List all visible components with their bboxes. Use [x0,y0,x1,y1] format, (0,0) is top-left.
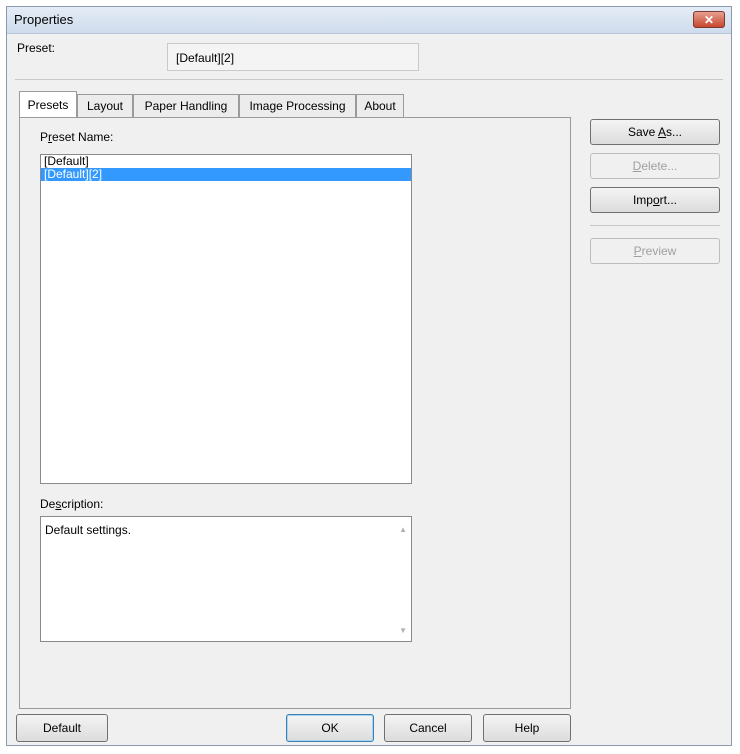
preset-list[interactable]: [Default] [Default][2] [40,154,412,484]
tab-paper-handling[interactable]: Paper Handling [133,94,239,117]
cancel-button[interactable]: Cancel [384,714,472,742]
scroll-down-icon[interactable]: ▼ [399,626,407,635]
preset-name-label: Preset Name: [40,130,114,144]
import-button[interactable]: Import... [590,187,720,213]
help-button[interactable]: Help [483,714,571,742]
side-divider [590,225,720,226]
scroll-up-icon[interactable]: ▲ [399,525,407,534]
window-title: Properties [14,12,74,27]
description-text: Default settings. [45,523,132,537]
tab-layout[interactable]: Layout [77,94,133,117]
default-button[interactable]: Default [16,714,108,742]
header-divider [15,79,723,80]
close-icon: ✕ [703,13,715,27]
save-as-button[interactable]: Save As... [590,119,720,145]
properties-dialog: Properties ✕ Preset: [Default][2] Preset… [6,6,732,746]
description-textarea[interactable]: Default settings. ▲ ▼ [40,516,412,642]
presets-tab-panel: Preset Name: [Default] [Default][2] Desc… [19,117,571,709]
title-bar[interactable]: Properties ✕ [7,7,731,34]
description-label: Description: [40,497,104,511]
preview-button[interactable]: Preview [590,238,720,264]
tab-presets[interactable]: Presets [19,91,77,117]
preset-value-field: [Default][2] [167,43,419,71]
tab-image-processing[interactable]: Image Processing [239,94,356,117]
close-button[interactable]: ✕ [693,11,725,28]
ok-button[interactable]: OK [286,714,374,742]
delete-button[interactable]: Delete... [590,153,720,179]
tab-about[interactable]: About [356,94,404,117]
preset-label: Preset: [17,41,56,55]
list-item-selected[interactable]: [Default][2] [41,168,411,181]
